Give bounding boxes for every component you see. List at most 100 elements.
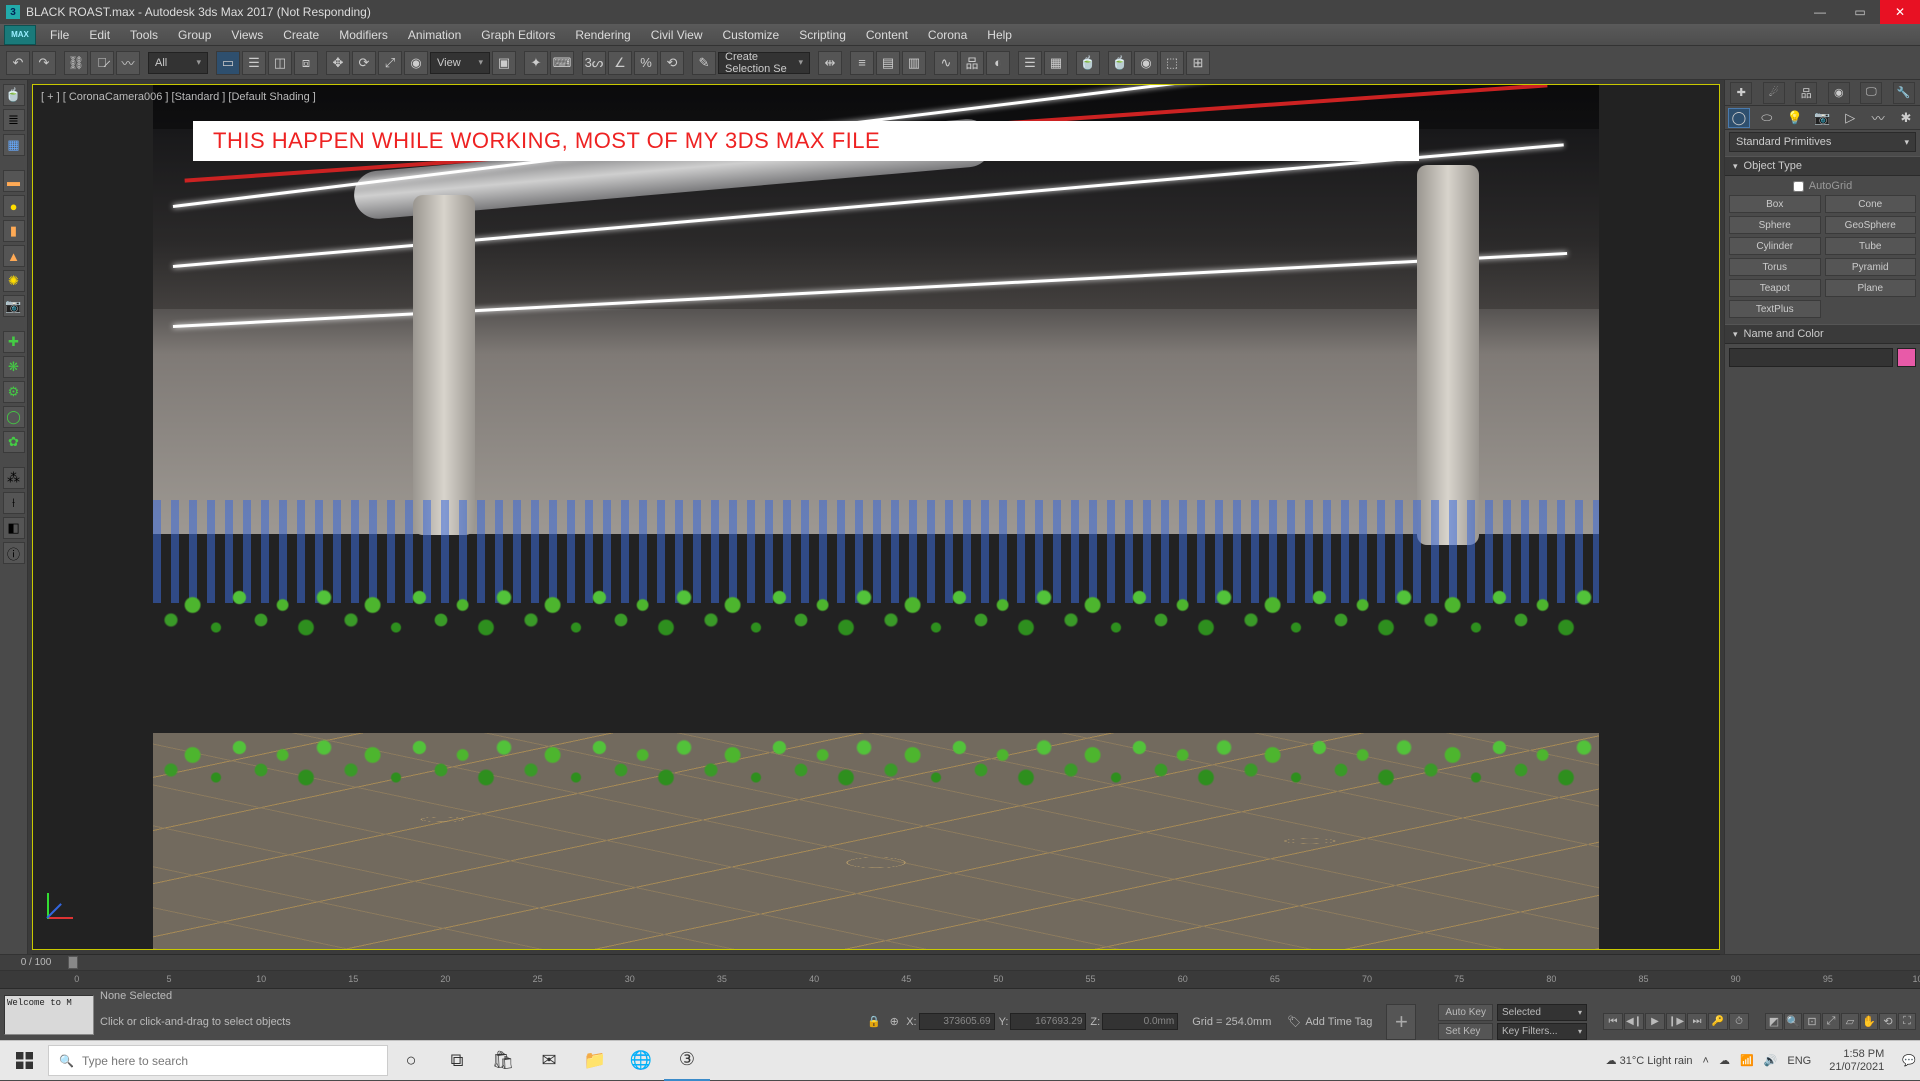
tool-teapot-icon[interactable]: 🍵 (3, 84, 25, 106)
menu-scripting[interactable]: Scripting (789, 24, 856, 46)
create-lights-tab[interactable]: 💡 (1784, 108, 1806, 128)
menu-group[interactable]: Group (168, 24, 221, 46)
goto-start-button[interactable]: ⏮ (1603, 1013, 1623, 1030)
mail-icon[interactable]: ✉ (526, 1041, 572, 1081)
tray-volume-icon[interactable]: 🔊 (1764, 1054, 1778, 1067)
prim-textplus[interactable]: TextPlus (1729, 300, 1821, 318)
cmd-create-tab[interactable]: ✚ (1730, 82, 1752, 104)
tool-aperture-icon[interactable]: ✿ (3, 431, 25, 453)
viewport-label[interactable]: [ + ] [ CoronaCamera006 ] [Standard ] [D… (41, 91, 316, 103)
selection-filter-dropdown[interactable]: All (148, 52, 208, 74)
menu-file[interactable]: File (40, 24, 79, 46)
next-frame-button[interactable]: ❙▶ (1666, 1013, 1686, 1030)
chrome-icon[interactable]: 🌐 (618, 1041, 664, 1081)
rollout-name-color[interactable]: Name and Color (1725, 324, 1920, 344)
store-icon[interactable]: 🛍 (480, 1041, 526, 1081)
menu-help[interactable]: Help (977, 24, 1022, 46)
keymode-dropdown[interactable]: Selected (1497, 1004, 1587, 1021)
explorer-icon[interactable]: 📁 (572, 1041, 618, 1081)
tool-light-icon[interactable]: ✺ (3, 270, 25, 292)
cmd-utilities-tab[interactable]: 🔧 (1893, 82, 1915, 104)
key-mode-button[interactable]: 🔑 (1708, 1013, 1728, 1030)
tool-measure-icon[interactable]: ⟊ (3, 492, 25, 514)
maximize-button[interactable]: ▭ (1840, 0, 1880, 24)
tool-shape-icon[interactable]: ◯ (3, 406, 25, 428)
taskbar-search[interactable]: 🔍 Type here to search (48, 1045, 388, 1076)
time-slider-handle[interactable] (68, 956, 78, 969)
tool-cylinder-icon[interactable]: ▮ (3, 220, 25, 242)
corona-mtl-button[interactable]: ⬚ (1160, 51, 1184, 75)
orbit-button[interactable]: ⟲ (1879, 1013, 1897, 1030)
prim-torus[interactable]: Torus (1729, 258, 1821, 276)
3dsmax-task-icon[interactable]: ③ (664, 1041, 710, 1081)
prim-box[interactable]: Box (1729, 195, 1821, 213)
keyboard-shortcut-button[interactable]: ⌨ (550, 51, 574, 75)
tray-clock[interactable]: 1:58 PM21/07/2021 (1821, 1048, 1892, 1074)
prim-plane[interactable]: Plane (1825, 279, 1917, 297)
cmd-motion-tab[interactable]: ◉ (1828, 82, 1850, 104)
menu-content[interactable]: Content (856, 24, 918, 46)
redo-button[interactable]: ↷ (32, 51, 56, 75)
tool-box-icon[interactable]: ▬ (3, 170, 25, 192)
tray-network-icon[interactable]: 📶 (1740, 1054, 1754, 1067)
menu-corona[interactable]: Corona (918, 24, 977, 46)
edit-selset-button[interactable]: ✎ (692, 51, 716, 75)
select-name-button[interactable]: ☰ (242, 51, 266, 75)
tool-helper-icon[interactable]: ✚ (3, 331, 25, 353)
create-shapes-tab[interactable]: ⬭ (1756, 108, 1778, 128)
object-color-swatch[interactable] (1897, 348, 1916, 367)
absolute-mode-icon[interactable]: ⊕ (886, 1014, 902, 1030)
tray-onedrive-icon[interactable]: ☁ (1719, 1054, 1730, 1067)
start-button[interactable] (0, 1041, 48, 1081)
maxscript-listener[interactable]: Welcome to M (4, 995, 94, 1035)
spinner-snap-button[interactable]: ⟲ (660, 51, 684, 75)
corona-ir-button[interactable]: ◉ (1134, 51, 1158, 75)
menu-edit[interactable]: Edit (79, 24, 120, 46)
rollout-object-type[interactable]: Object Type (1725, 156, 1920, 176)
unlink-button[interactable]: ⛓̷ (90, 51, 114, 75)
prim-teapot[interactable]: Teapot (1729, 279, 1821, 297)
link-button[interactable]: ⛓ (64, 51, 88, 75)
selection-lock-icon[interactable]: 🔒 (866, 1014, 882, 1030)
autogrid-checkbox[interactable]: AutoGrid (1793, 180, 1852, 192)
set-key-big-button[interactable]: + (1386, 1004, 1416, 1040)
tool-system-icon[interactable]: ⚙ (3, 381, 25, 403)
zoom-button[interactable]: 🔍 (1784, 1013, 1802, 1030)
prim-tube[interactable]: Tube (1825, 237, 1917, 255)
ref-coord-dropdown[interactable]: View (430, 52, 490, 74)
corona-lister-button[interactable]: ⊞ (1186, 51, 1210, 75)
cmd-display-tab[interactable]: 🖵 (1860, 82, 1882, 104)
select-rect-button[interactable]: ◫ (268, 51, 292, 75)
coord-y[interactable]: Y: (999, 1013, 1087, 1030)
select-object-button[interactable]: ▭ (216, 51, 240, 75)
tool-cone-icon[interactable]: ▲ (3, 245, 25, 267)
menu-create[interactable]: Create (273, 24, 329, 46)
tool-spacewarp-icon[interactable]: ❋ (3, 356, 25, 378)
layer-explorer-button[interactable]: ▤ (876, 51, 900, 75)
manipulate-button[interactable]: ✦ (524, 51, 548, 75)
placement-button[interactable]: ◉ (404, 51, 428, 75)
pan-button[interactable]: ✋ (1860, 1013, 1878, 1030)
menu-modifiers[interactable]: Modifiers (329, 24, 398, 46)
primitive-category-dropdown[interactable]: Standard Primitives (1729, 132, 1916, 152)
maximize-viewport-button[interactable]: ⛶ (1898, 1013, 1916, 1030)
cmd-modify-tab[interactable]: ☄ (1763, 82, 1785, 104)
create-helpers-tab[interactable]: ▷ (1839, 108, 1861, 128)
angle-snap-button[interactable]: ∠ (608, 51, 632, 75)
prim-cone[interactable]: Cone (1825, 195, 1917, 213)
align-button[interactable]: ≡ (850, 51, 874, 75)
prev-frame-button[interactable]: ◀❙ (1624, 1013, 1644, 1030)
use-center-button[interactable]: ▣ (492, 51, 516, 75)
tray-language[interactable]: ENG (1787, 1055, 1811, 1067)
tool-particle-icon[interactable]: ⁂ (3, 467, 25, 489)
curve-editor-button[interactable]: ∿ (934, 51, 958, 75)
close-button[interactable]: ✕ (1880, 0, 1920, 24)
taskview-icon[interactable]: ⧉ (434, 1041, 480, 1081)
zoom-all-button[interactable]: ⊡ (1803, 1013, 1821, 1030)
render-frame-button[interactable]: ▦ (1044, 51, 1068, 75)
goto-end-button[interactable]: ⏭ (1687, 1013, 1707, 1030)
create-systems-tab[interactable]: ✱ (1895, 108, 1917, 128)
bind-spacewarp-button[interactable]: 〰 (116, 51, 140, 75)
tray-chevron-icon[interactable]: ˄ (1703, 1055, 1709, 1067)
time-config-button[interactable]: ⏱ (1729, 1013, 1749, 1030)
